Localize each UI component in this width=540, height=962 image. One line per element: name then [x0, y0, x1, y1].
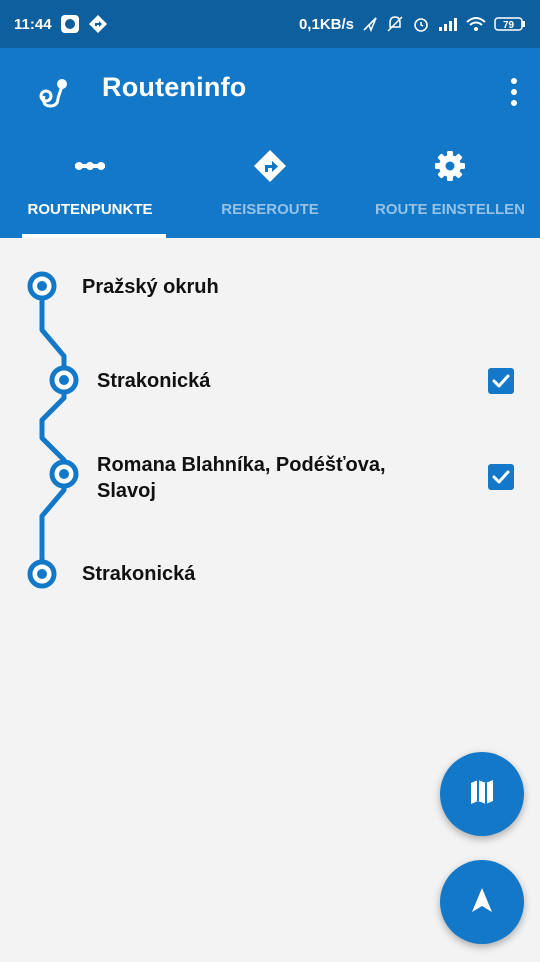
location-arrow-icon — [88, 14, 108, 34]
waypoint-list: Pražský okruh Strakonická Romana Blahník… — [0, 238, 540, 962]
waypoint-markers — [27, 271, 79, 589]
tab-label: ROUTENPUNKTE — [27, 201, 153, 218]
map-icon — [467, 777, 497, 812]
dots-icon — [72, 148, 108, 184]
battery-icon: 79 — [494, 16, 526, 32]
mute-icon — [386, 15, 404, 33]
messenger-icon — [60, 14, 80, 34]
gear-icon — [432, 148, 468, 184]
tab-label: ROUTE EINSTELLEN — [374, 201, 525, 218]
tab-label: REISEROUTE — [221, 201, 319, 218]
waypoint-start[interactable]: Pražský okruh — [82, 274, 219, 300]
waypoint-via-2[interactable]: Romana Blahníka, Podéšťova, Slavoj — [97, 452, 386, 504]
status-bar: 11:44 0,1KB/s 79 — [0, 0, 540, 48]
waypoint-name-line1: Romana Blahníka, Podéšťova, — [97, 454, 386, 476]
tab-routenpunkte[interactable]: ROUTENPUNKTE — [0, 136, 180, 238]
network-speed: 0,1KB/s — [298, 15, 354, 33]
waypoint-checkbox[interactable] — [488, 368, 514, 394]
wifi-icon — [466, 16, 486, 32]
more-vert-icon[interactable] — [502, 70, 526, 114]
navigation-button[interactable] — [440, 860, 524, 944]
waypoint-checkbox[interactable] — [488, 464, 514, 490]
tab-bar: ROUTENPUNKTE REISEROUTE ROUTE EINSTELLEN — [0, 136, 540, 238]
turn-right-diamond-icon — [252, 148, 288, 184]
navigation-arrow-icon — [467, 885, 497, 920]
battery-level: 79 — [503, 20, 515, 31]
waypoint-destination[interactable]: Strakonická — [82, 561, 195, 587]
waypoint-via-1[interactable]: Strakonická — [97, 368, 210, 394]
status-time: 11:44 — [14, 15, 52, 33]
app-bar: Routeninfo — [0, 48, 540, 136]
waypoint-name-line2: Slavoj — [97, 480, 156, 502]
map-button[interactable] — [440, 752, 524, 836]
tab-reiseroute[interactable]: REISEROUTE — [180, 136, 360, 238]
route-pin-icon — [36, 72, 76, 112]
tab-route-einstellen[interactable]: ROUTE EINSTELLEN — [360, 136, 540, 238]
page-title: Routeninfo — [102, 72, 247, 102]
alarm-icon — [412, 15, 430, 33]
nfc-icon — [362, 16, 378, 32]
signal-icon — [438, 16, 458, 32]
